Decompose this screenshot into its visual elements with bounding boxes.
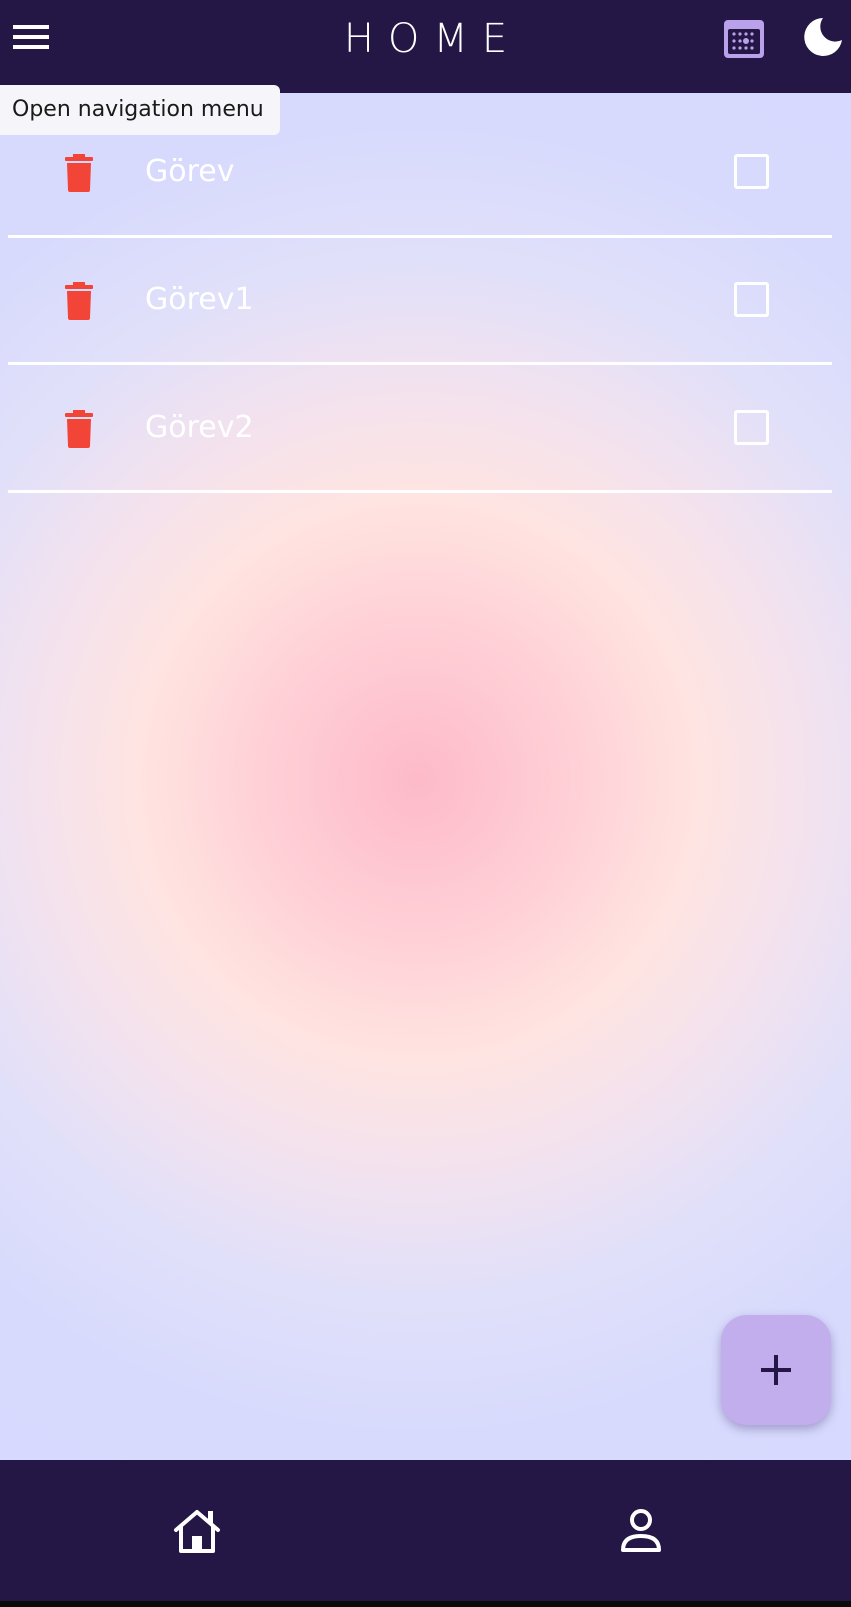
- task-checkbox[interactable]: [734, 282, 769, 317]
- task-label: Görev: [145, 154, 235, 189]
- calendar-icon[interactable]: [722, 16, 766, 60]
- task-row: Görev2: [8, 365, 832, 493]
- system-bar: [0, 1601, 851, 1607]
- bottom-nav: [0, 1460, 851, 1601]
- task-label: Görev2: [145, 410, 254, 445]
- task-checkbox[interactable]: [734, 410, 769, 445]
- task-checkbox[interactable]: [734, 154, 769, 189]
- trash-icon[interactable]: [64, 154, 94, 192]
- add-task-button[interactable]: [721, 1315, 831, 1425]
- person-icon[interactable]: [619, 1508, 663, 1554]
- task-row: Görev: [8, 110, 832, 238]
- app-bar: HOME: [0, 0, 851, 93]
- task-label: Görev1: [145, 282, 254, 317]
- task-row: Görev1: [8, 237, 832, 365]
- trash-icon[interactable]: [64, 282, 94, 320]
- home-icon[interactable]: [172, 1508, 222, 1554]
- moon-icon[interactable]: [800, 14, 846, 60]
- trash-icon[interactable]: [64, 410, 94, 448]
